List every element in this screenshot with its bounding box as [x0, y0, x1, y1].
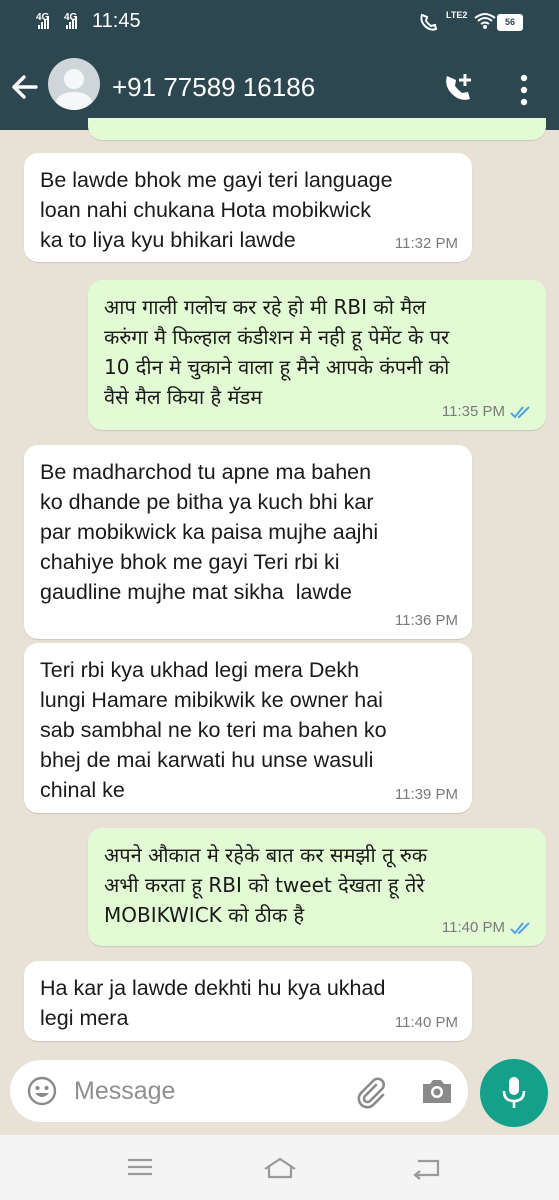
message-text: Teri rbi kya ukhad legi mera Dekh lungi …	[40, 658, 387, 802]
signal-icon	[38, 15, 52, 29]
contact-name[interactable]: +91 77589 16186	[112, 72, 315, 103]
emoji-icon[interactable]	[26, 1075, 58, 1107]
battery-icon: 56	[497, 14, 523, 31]
message-bubble-outgoing[interactable]: आप गाली गलोच कर रहे हो मी RBI को मैल करु…	[88, 280, 546, 430]
message-bubble-incoming[interactable]: Teri rbi kya ukhad legi mera Dekh lungi …	[24, 643, 472, 813]
message-text: आप गाली गलोच कर रहे हो मी RBI को मैल करु…	[104, 295, 450, 409]
message-time: 11:39 PM	[394, 786, 458, 803]
message-time: 11:36 PM	[394, 612, 458, 629]
message-bubble-incoming[interactable]: Be madharchod tu apne ma bahen ko dhande…	[24, 445, 472, 639]
message-time: 11:40 PM	[394, 1014, 458, 1031]
system-nav-bar	[0, 1135, 559, 1200]
message-meta: 11:39 PM	[395, 786, 458, 803]
status-bar: 4G 4G 11:45 LTE2 56	[0, 0, 559, 44]
message-time: 11:35 PM	[441, 403, 505, 420]
default-avatar-icon	[54, 69, 94, 110]
message-bubble-partial	[88, 118, 546, 140]
message-meta: 11:32 PM	[395, 235, 458, 252]
back-arrow-icon[interactable]	[6, 64, 46, 110]
message-input[interactable]: Message	[74, 1077, 175, 1106]
message-time: 11:40 PM	[441, 919, 505, 936]
message-meta: 11:40 PM	[395, 1014, 458, 1031]
wifi-icon	[474, 13, 496, 29]
signal-icon	[66, 15, 80, 29]
message-meta: 11:40 PM	[442, 919, 532, 936]
message-time: 11:32 PM	[394, 235, 458, 252]
menu-nav-icon[interactable]	[125, 1155, 155, 1179]
message-meta: 11:36 PM	[395, 612, 458, 629]
add-call-icon[interactable]	[437, 66, 481, 110]
message-text: Be madharchod tu apne ma bahen ko dhande…	[40, 460, 379, 604]
message-text: Be lawde bhok me gayi teri language loan…	[40, 168, 393, 252]
volte-label: LTE2	[446, 10, 468, 20]
message-bubble-incoming[interactable]: Ha kar ja lawde dekhti hu kya ukhad legi…	[24, 961, 472, 1041]
back-nav-icon[interactable]	[410, 1155, 442, 1181]
mic-button[interactable]	[480, 1059, 548, 1127]
message-text: Ha kar ja lawde dekhti hu kya ukhad legi…	[40, 976, 386, 1030]
read-ticks-icon	[510, 405, 530, 418]
message-text: अपने औकात मे रहेके बात कर समझी तू रुक अभ…	[104, 843, 428, 927]
attach-icon[interactable]	[352, 1073, 388, 1109]
home-nav-icon[interactable]	[262, 1155, 298, 1181]
read-ticks-icon	[510, 921, 530, 934]
message-meta: 11:35 PM	[442, 403, 532, 420]
call-forward-icon	[420, 13, 438, 31]
status-time: 11:45	[92, 10, 141, 32]
more-vert-icon[interactable]	[512, 70, 536, 110]
message-bubble-incoming[interactable]: Be lawde bhok me gayi teri language loan…	[24, 153, 472, 262]
message-bubble-outgoing[interactable]: अपने औकात मे रहेके बात कर समझी तू रुक अभ…	[88, 828, 546, 946]
avatar[interactable]	[48, 58, 100, 110]
camera-icon[interactable]	[420, 1075, 454, 1107]
mic-icon	[502, 1077, 526, 1108]
message-composer[interactable]: Message	[10, 1060, 468, 1122]
